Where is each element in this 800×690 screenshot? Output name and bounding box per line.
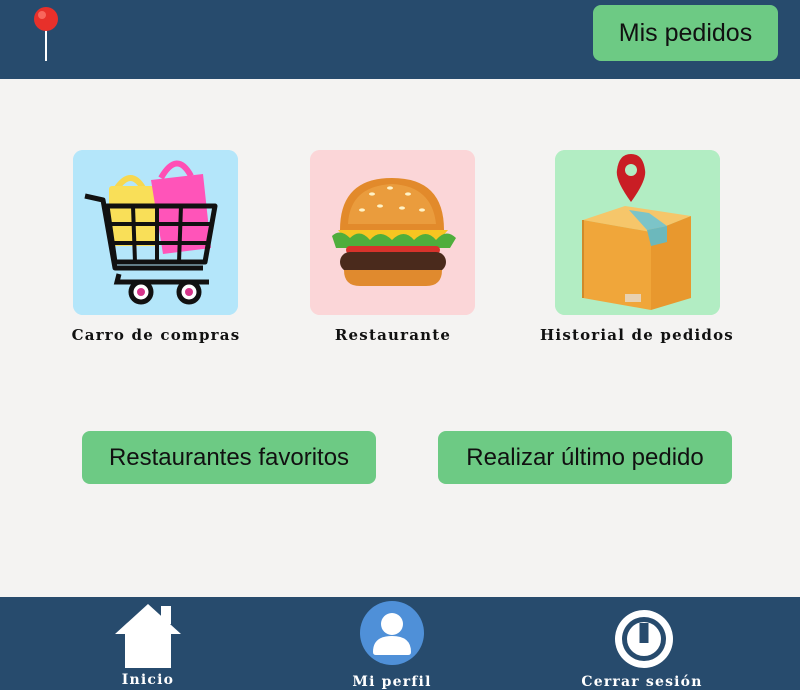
my-orders-button[interactable]: Mis pedidos xyxy=(593,5,778,61)
shopping-cart-label: Carro de compras xyxy=(71,326,241,344)
reorder-last-button[interactable]: Realizar último pedido xyxy=(438,431,732,484)
bottom-nav: Inicio Mi perfil Cerrar sesión xyxy=(0,597,800,690)
order-history-tile[interactable] xyxy=(555,150,720,315)
shopping-cart-icon xyxy=(73,150,238,315)
package-location-icon xyxy=(555,150,720,315)
nav-home[interactable]: Inicio xyxy=(88,597,208,690)
nav-logout-label: Cerrar sesión xyxy=(581,674,703,690)
restaurant-label: Restaurante xyxy=(334,326,452,344)
top-bar: Mis pedidos xyxy=(0,0,800,79)
power-icon xyxy=(615,610,673,668)
nav-profile-label: Mi perfil xyxy=(352,674,432,690)
favorite-restaurants-button[interactable]: Restaurantes favoritos xyxy=(82,431,376,484)
home-icon xyxy=(115,604,181,668)
map-pin-icon[interactable] xyxy=(30,5,62,63)
nav-profile[interactable]: Mi perfil xyxy=(330,597,454,690)
nav-logout[interactable]: Cerrar sesión xyxy=(578,597,706,690)
user-icon xyxy=(360,601,424,665)
burger-icon xyxy=(310,150,475,315)
order-history-label: Historial de pedidos xyxy=(540,326,734,344)
restaurant-tile[interactable] xyxy=(310,150,475,315)
shopping-cart-tile[interactable] xyxy=(73,150,238,315)
nav-home-label: Inicio xyxy=(121,672,175,688)
